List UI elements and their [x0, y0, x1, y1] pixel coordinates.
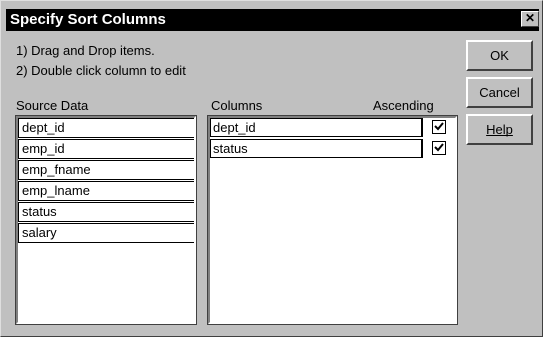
instruction-line-1: 1) Drag and Drop items. [16, 43, 155, 58]
ok-button[interactable]: OK [466, 40, 533, 71]
table-row[interactable]: status [210, 139, 455, 160]
source-data-list[interactable]: dept_id emp_id emp_fname emp_lname statu… [15, 115, 197, 325]
source-data-label: Source Data [16, 98, 89, 113]
dialog-title: Specify Sort Columns [10, 11, 166, 28]
check-icon [434, 143, 444, 152]
sort-columns-list[interactable]: dept_id status [207, 115, 458, 325]
table-row[interactable]: dept_id [210, 118, 455, 139]
help-button[interactable]: Help [466, 114, 533, 145]
list-item[interactable]: emp_id [18, 139, 194, 159]
cancel-button[interactable]: Cancel [466, 77, 533, 108]
list-item[interactable]: emp_fname [18, 160, 194, 180]
column-name: status [213, 141, 248, 156]
ascending-checkbox[interactable] [432, 141, 446, 155]
ascending-checkbox[interactable] [432, 120, 446, 134]
ascending-label: Ascending [373, 98, 434, 113]
list-item[interactable]: status [18, 202, 194, 222]
columns-label: Columns [211, 98, 263, 113]
title-bar: Specify Sort Columns ✕ [6, 9, 539, 31]
list-item[interactable]: dept_id [18, 118, 194, 138]
close-icon[interactable]: ✕ [521, 11, 539, 27]
check-icon [434, 122, 444, 131]
instruction-line-2: 2) Double click column to edit [16, 63, 186, 78]
sort-dialog: Specify Sort Columns ✕ 1) Drag and Drop … [0, 0, 543, 337]
list-item[interactable]: emp_lname [18, 181, 194, 201]
column-name: dept_id [213, 120, 256, 135]
list-item[interactable]: salary [18, 223, 194, 243]
